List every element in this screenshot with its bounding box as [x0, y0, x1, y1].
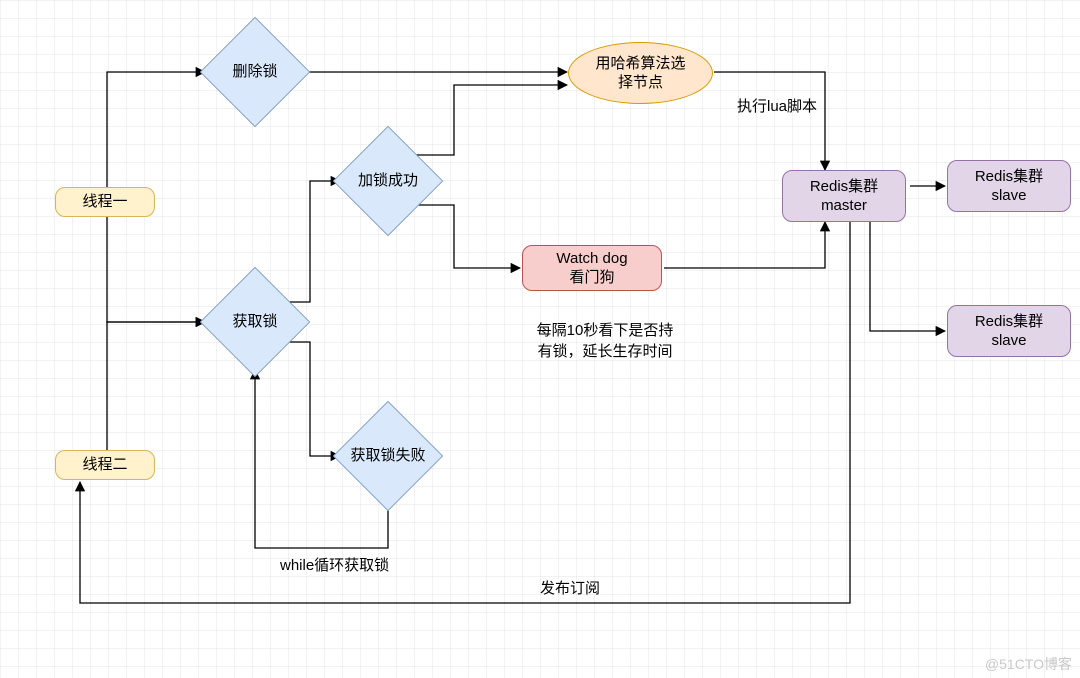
watchdog-desc-label: 每隔10秒看下是否持 有锁，延长生存时间	[520, 320, 690, 362]
redis-slave-2-node: Redis集群 slave	[947, 305, 1071, 357]
delete-lock-label: 删除锁	[232, 62, 277, 82]
watermark: @51CTO博客	[985, 654, 1072, 674]
lock-fail-label: 获取锁失败	[350, 446, 425, 466]
delete-lock-decision: 删除锁	[205, 22, 305, 122]
while-loop-label: while循环获取锁	[280, 555, 389, 576]
pubsub-label: 发布订阅	[540, 578, 600, 599]
lock-success-label: 加锁成功	[358, 171, 418, 191]
acquire-lock-label: 获取锁	[232, 312, 277, 332]
watchdog-node: Watch dog 看门狗	[522, 245, 662, 291]
hash-select-node: 用哈希算法选 择节点	[568, 42, 713, 104]
lock-success-decision: 加锁成功	[338, 131, 438, 231]
redis-master-node: Redis集群 master	[782, 170, 906, 222]
redis-slave-1-node: Redis集群 slave	[947, 160, 1071, 212]
execute-lua-label: 执行lua脚本	[737, 96, 817, 117]
acquire-lock-decision: 获取锁	[205, 272, 305, 372]
thread-2: 线程二	[55, 450, 155, 480]
thread-1: 线程一	[55, 187, 155, 217]
lock-fail-decision: 获取锁失败	[338, 406, 438, 506]
